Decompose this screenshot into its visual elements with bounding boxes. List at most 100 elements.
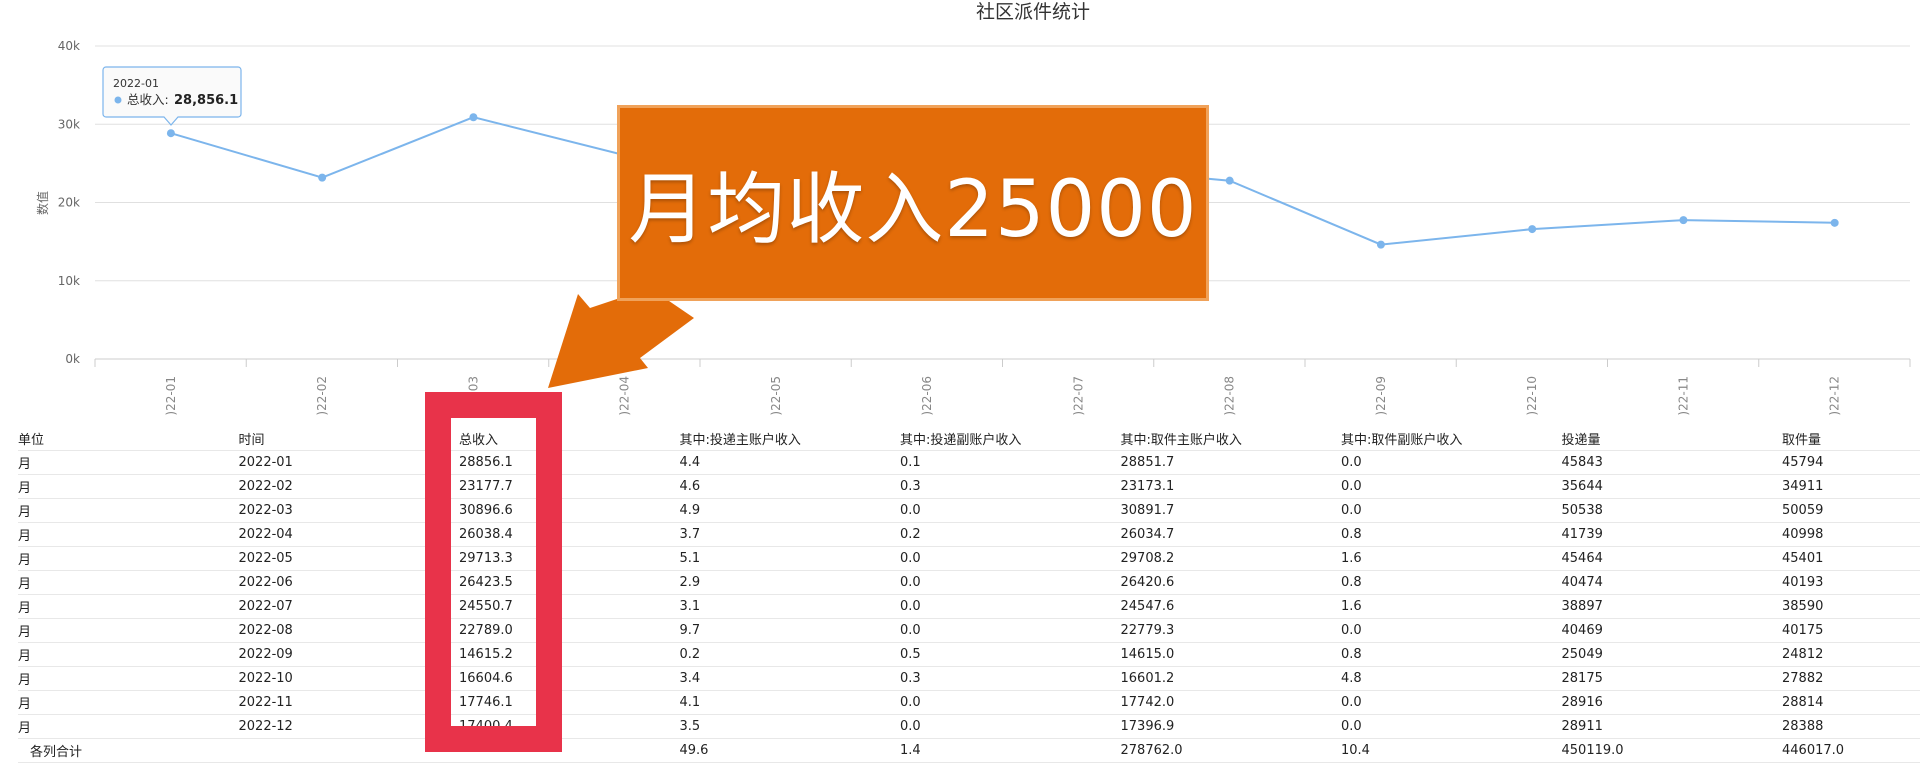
x-tick-label: )22-08: [1223, 376, 1237, 416]
table-cell: 3.4: [679, 666, 900, 691]
table-cell: 26420.6: [1120, 570, 1341, 595]
table-cell: 14615.0: [1120, 642, 1341, 667]
y-tick-label: 30k: [58, 117, 80, 131]
table-cell: 28388: [1782, 714, 1920, 739]
table-row: 月 2022-08 22789.0 9.7 0.0 22779.3 0.0 40469 4017…: [18, 618, 1920, 643]
table-cell: 月: [18, 498, 239, 523]
annotation-callout: 月均收入25000: [617, 105, 1209, 301]
table-cell: 2.9: [679, 570, 900, 595]
table-cell: 0.0: [900, 546, 1121, 571]
table-cell: 0.0: [900, 690, 1121, 715]
table-cell: 4.6: [679, 474, 900, 499]
column-header[interactable]: 其中:投递副账户收入: [900, 426, 1121, 451]
data-point[interactable]: [1528, 225, 1537, 234]
table-row: 月 2022-03 30896.6 4.9 0.0 30891.7 0.0 50538 5005…: [18, 498, 1920, 523]
column-header[interactable]: 其中:取件主账户收入: [1120, 426, 1341, 451]
y-tick-label: 10k: [58, 274, 80, 288]
x-tick-label: )22-10: [1525, 376, 1539, 416]
annotation-text: 月均收入25000: [628, 165, 1198, 255]
table-cell: 38897: [1561, 594, 1782, 619]
highlight-box: [425, 392, 562, 752]
table-cell: 0.0: [1341, 618, 1562, 643]
x-tick-label: 03: [466, 376, 480, 391]
x-tick-label: )22-04: [618, 376, 632, 416]
column-header[interactable]: 单位: [18, 426, 239, 451]
chart-tooltip: 2022-01 总收入: 28,856.1: [102, 66, 242, 126]
table-cell: 3.1: [679, 594, 900, 619]
table-cell: 23173.1: [1120, 474, 1341, 499]
table-cell: 40998: [1782, 522, 1920, 547]
table-cell: 0.0: [900, 498, 1121, 523]
table-cell: 0.8: [1341, 642, 1562, 667]
table-cell: 45464: [1561, 546, 1782, 571]
data-point[interactable]: [318, 173, 327, 182]
table-cell: 22779.3: [1120, 618, 1341, 643]
table-cell: 3.7: [679, 522, 900, 547]
table-cell: 41739: [1561, 522, 1782, 547]
table-cell: 月: [18, 594, 239, 619]
table-cell: 0.0: [1341, 474, 1562, 499]
x-tick-label: )22-05: [769, 376, 783, 416]
table-cell: 17742.0: [1120, 690, 1341, 715]
table-cell: 1.6: [1341, 594, 1562, 619]
data-point[interactable]: [1679, 216, 1688, 225]
data-point[interactable]: [1225, 176, 1234, 185]
total-cell: 1.4: [900, 738, 1121, 763]
table-cell: 17396.9: [1120, 714, 1341, 739]
total-cell: 49.6: [679, 738, 900, 763]
table-cell: 0.0: [900, 570, 1121, 595]
tooltip-date: 2022-01: [113, 77, 159, 90]
table-cell: 0.2: [679, 642, 900, 667]
table-cell: 3.5: [679, 714, 900, 739]
table-cell: 34911: [1782, 474, 1920, 499]
table-row: 月 2022-12 17400.4 3.5 0.0 17396.9 0.0 28911 2838…: [18, 714, 1920, 739]
x-tick-label: )22-01: [164, 376, 178, 416]
total-cell: 各列合计: [18, 738, 239, 763]
table-cell: 0.1: [900, 450, 1121, 475]
column-header[interactable]: 投递量: [1561, 426, 1782, 451]
table-cell: 38590: [1782, 594, 1920, 619]
table-cell: 26034.7: [1120, 522, 1341, 547]
data-point[interactable]: [1376, 240, 1385, 249]
column-header[interactable]: 其中:取件副账户收入: [1341, 426, 1562, 451]
table-cell: 0.3: [900, 474, 1121, 499]
table-cell: 0.5: [900, 642, 1121, 667]
table-cell: 4.9: [679, 498, 900, 523]
table-cell: 0.0: [1341, 450, 1562, 475]
tooltip-series-marker: [114, 96, 122, 104]
y-axis-label: 数值: [35, 191, 50, 215]
table-cell: 45794: [1782, 450, 1920, 475]
table-cell: 4.1: [679, 690, 900, 715]
table-row: 月 2022-04 26038.4 3.7 0.2 26034.7 0.8 41739 4099…: [18, 522, 1920, 547]
table-cell: 月: [18, 546, 239, 571]
table-cell: 24812: [1782, 642, 1920, 667]
data-point[interactable]: [469, 113, 478, 122]
table-cell: 月: [18, 450, 239, 475]
table-cell: 25049: [1561, 642, 1782, 667]
table-cell: 月: [18, 666, 239, 691]
table-row: 月 2022-09 14615.2 0.2 0.5 14615.0 0.8 25049 2481…: [18, 642, 1920, 667]
table-cell: 9.7: [679, 618, 900, 643]
table-total-row: 各列合计 49.6 1.4 278762.0 10.4 450119.0 446017.0: [18, 738, 1920, 763]
total-cell: 278762.0: [1120, 738, 1341, 763]
y-tick-label: 0k: [65, 352, 80, 366]
table-cell: 27882: [1782, 666, 1920, 691]
table-row: 月 2022-10 16604.6 3.4 0.3 16601.2 4.8 28175 2788…: [18, 666, 1920, 691]
table-cell: 月: [18, 522, 239, 547]
total-cell: 446017.0: [1782, 738, 1920, 763]
column-header[interactable]: 取件量: [1782, 426, 1920, 451]
table-cell: 40469: [1561, 618, 1782, 643]
table-header-row: 单位 时间 总收入 其中:投递主账户收入 其中:投递副账户收入 其中:取件主账户收入 其中:…: [18, 426, 1920, 451]
data-point[interactable]: [166, 129, 175, 138]
table-cell: 16601.2: [1120, 666, 1341, 691]
table-cell: 月: [18, 690, 239, 715]
table-cell: 30891.7: [1120, 498, 1341, 523]
table-row: 月 2022-07 24550.7 3.1 0.0 24547.6 1.6 38897 3859…: [18, 594, 1920, 619]
data-point[interactable]: [1830, 218, 1839, 227]
table-cell: 28916: [1561, 690, 1782, 715]
column-header[interactable]: 其中:投递主账户收入: [679, 426, 900, 451]
data-table: 单位 时间 总收入 其中:投递主账户收入 其中:投递副账户收入 其中:取件主账户收入 其中:…: [18, 426, 1920, 763]
tooltip-value: 28,856.1: [174, 93, 238, 108]
total-cell: 10.4: [1341, 738, 1562, 763]
table-cell: 28814: [1782, 690, 1920, 715]
